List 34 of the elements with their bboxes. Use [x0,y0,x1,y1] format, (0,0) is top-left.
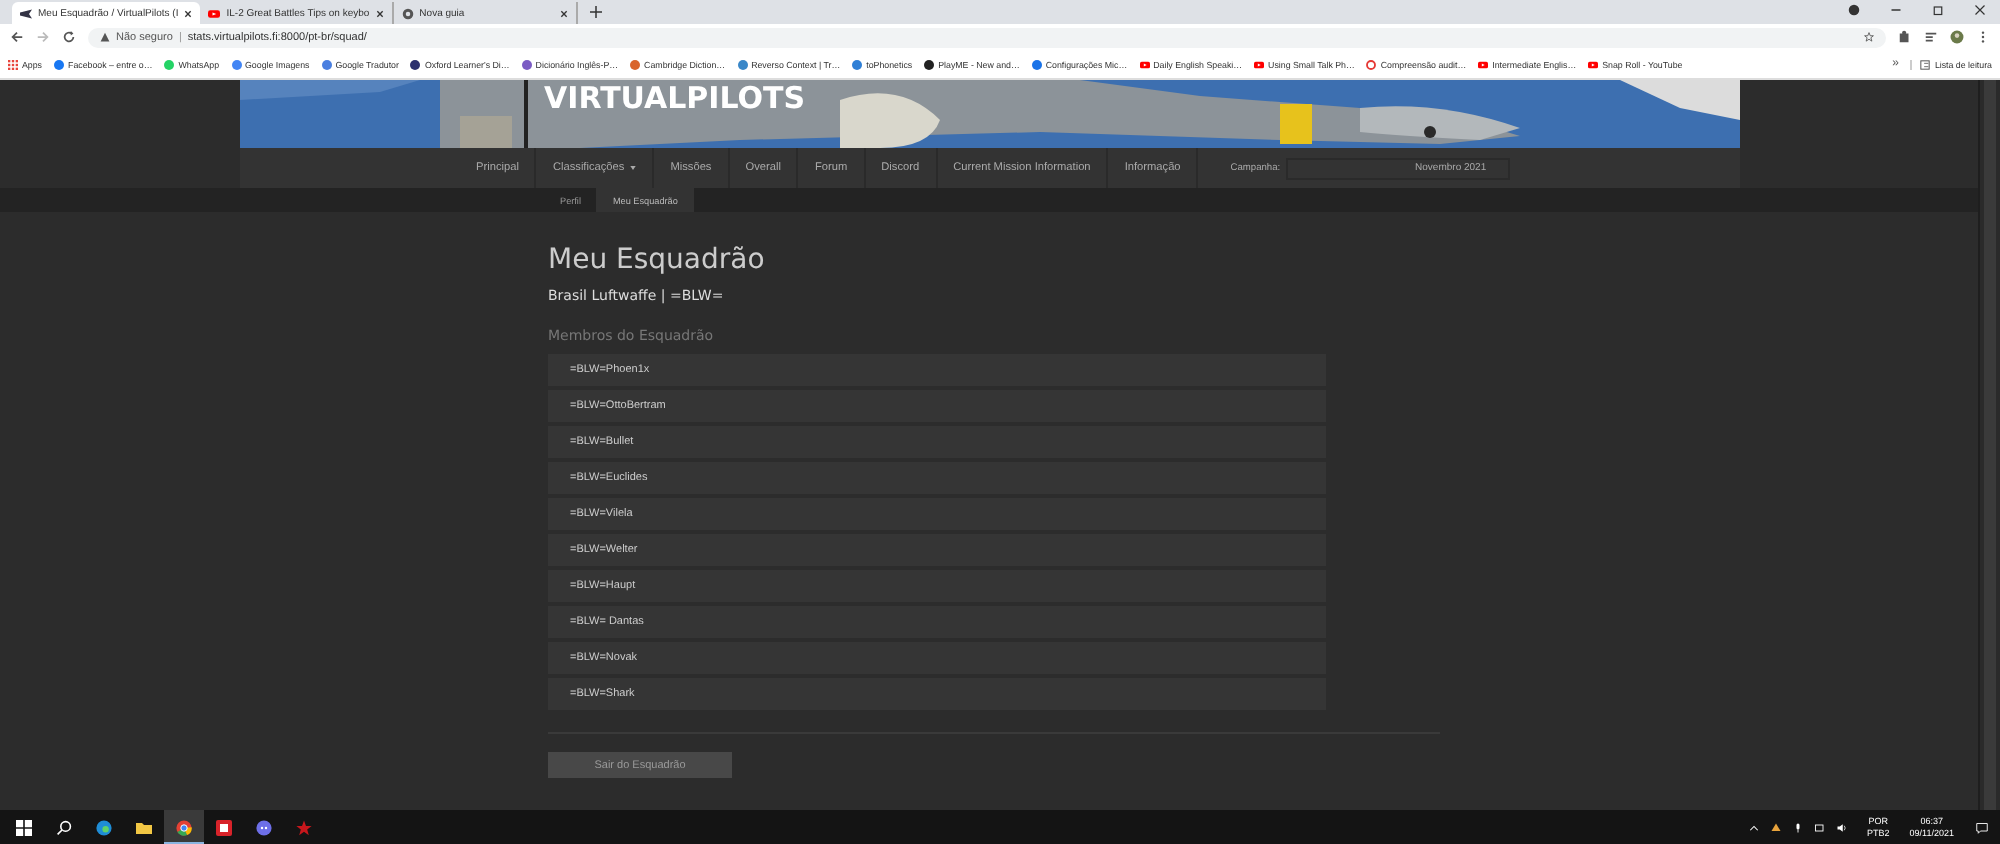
scrollbar[interactable] [1978,80,2000,810]
microphone-icon[interactable] [1791,821,1804,833]
page-heading: Meu Esquadrão [548,242,767,278]
search-icon [56,819,72,835]
back-icon[interactable] [10,30,24,44]
folder-icon [136,819,152,835]
close-icon[interactable] [184,9,193,17]
profile-icon[interactable] [1848,3,1860,15]
network-icon[interactable] [1813,821,1826,833]
avatar-icon[interactable] [1950,30,1964,44]
playlist-icon[interactable] [1924,30,1938,44]
warning-icon [100,32,110,42]
star-icon [296,819,312,835]
taskbar-app[interactable] [164,810,204,844]
minimize-icon[interactable] [1890,3,1902,15]
close-icon[interactable] [1974,3,1986,15]
speaker-icon[interactable] [1835,821,1848,833]
chevron-icon[interactable] [1747,821,1760,833]
video-icon [208,7,221,19]
windows-icon [16,819,32,835]
site-title: VIRTUALPILOTS [544,80,806,116]
reload-icon[interactable] [62,30,76,44]
chat-icon [256,819,272,835]
menu-icon[interactable] [1976,30,1990,44]
restore-icon[interactable] [1932,3,1944,15]
notification-icon[interactable] [1976,821,1988,833]
close-icon[interactable] [375,9,384,17]
plane-icon [20,7,32,19]
list-icon [1920,59,1931,69]
globe-icon [401,7,414,19]
star-icon[interactable] [1864,32,1874,42]
close-icon[interactable] [559,9,568,17]
new-tab-icon[interactable] [589,6,602,18]
app-icon [216,819,232,835]
